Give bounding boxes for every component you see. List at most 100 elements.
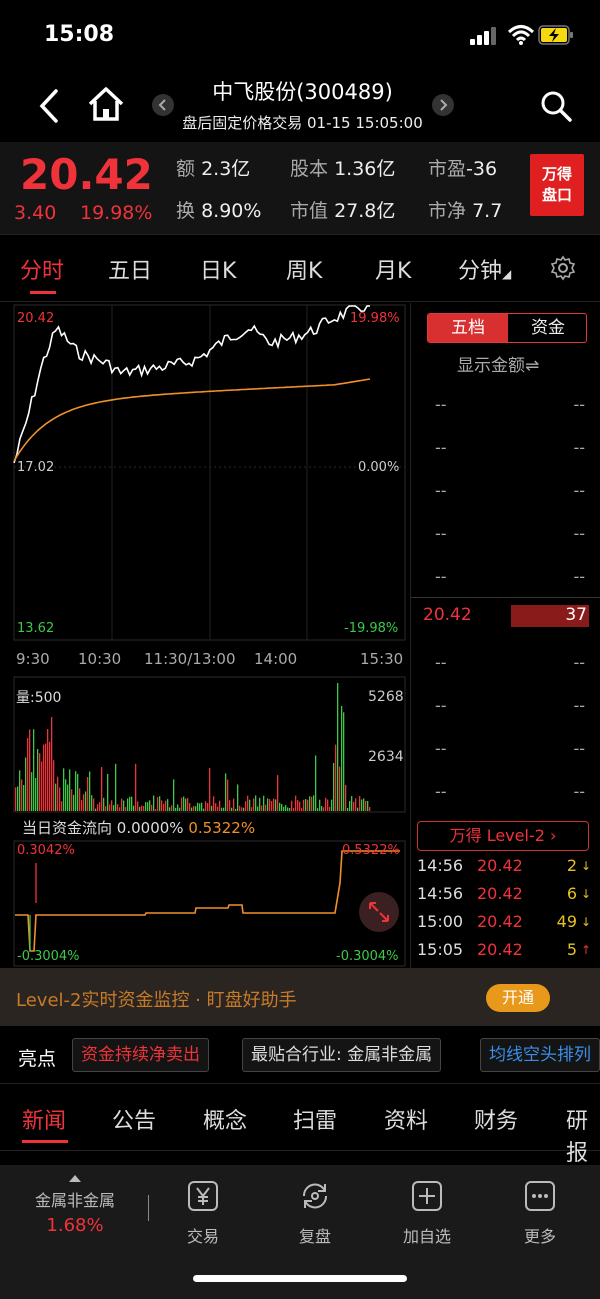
volume-bar [289,808,291,811]
back-arrow-icon[interactable] [34,88,64,124]
highlight-chip[interactable]: 资金持续净卖出 [72,1038,209,1072]
volume-bar [239,805,241,811]
yen-icon [188,1181,218,1211]
volume-bar [51,717,53,811]
tab-fund[interactable]: 资金 [508,314,586,342]
review-button[interactable]: 复盘 [280,1179,350,1247]
tab-financials[interactable]: 财务 [474,1103,518,1135]
tab-day-k[interactable]: 日K [200,253,236,285]
volume-bar [267,798,269,811]
tab-research[interactable]: 研报 [566,1103,600,1167]
time-label: 15:30 [360,650,404,668]
level2-button[interactable]: 万得 Level-2 › [417,821,589,851]
add-watchlist-button[interactable]: 加自选 [392,1179,462,1247]
bid-row: -- -- [435,739,585,758]
volume-bar [27,738,29,811]
tab-minute[interactable]: 分钟◢ [458,253,511,285]
tab-five-levels[interactable]: 五档 [428,314,508,342]
tab-month-k[interactable]: 月K [375,253,411,285]
volume-bar [281,804,283,811]
status-time: 15:08 [44,22,115,47]
volume-bar [231,807,233,811]
volume-bar [95,808,97,811]
volume-bar [175,807,177,811]
next-stock-icon[interactable] [432,94,454,116]
volume-bar [57,776,59,811]
volume-bar [283,806,285,811]
volume-bar [107,773,109,811]
volume-label: 量:500 [16,690,62,706]
level2-promo-banner[interactable]: Level-2实时资金监控 · 盯盘好助手 开通 [0,968,600,1026]
trade-button[interactable]: 交易 [168,1179,238,1247]
volume-bar [61,801,63,811]
volume-bar [41,761,43,811]
activate-button[interactable]: 开通 [486,984,550,1012]
volume-bar [261,805,263,811]
search-icon[interactable] [538,88,574,124]
highlights-title: 亮点 [18,1048,57,1070]
tab-intraday[interactable]: 分时 [20,253,64,285]
volume-bar [101,767,103,811]
wind-orderbook-button[interactable]: 万得 盘口 [530,154,584,216]
sector-name[interactable]: 金属非金属 [20,1187,130,1211]
volume-bar [237,784,239,811]
bid-row: -- -- [435,696,585,715]
expand-icon[interactable] [358,891,400,933]
volume-bar [313,795,315,811]
volume-bar [17,786,19,811]
quote-panel: 20.42 3.40 19.98% 额 2.3亿 股本 1.36亿 市盈-36 … [0,142,600,234]
more-button[interactable]: 更多 [505,1179,575,1247]
volume-bar [25,757,27,811]
volume-bar [33,729,35,811]
volume-bar [85,791,87,811]
volume-bar [209,767,211,811]
volume-bar [125,807,127,811]
volume-bar [369,807,371,811]
ask-row: -- -- [435,438,585,457]
volume-bar [89,771,91,811]
volume-bar [183,796,185,811]
volume-bar [43,744,45,811]
tab-announcements[interactable]: 公告 [112,1103,156,1135]
volume-bar [255,795,257,811]
volume-bar [355,798,357,811]
volume-bar [55,783,57,811]
volume-bar [293,807,295,811]
volume-bar [45,743,47,811]
pct-axis-mid: 0.00% [358,460,400,475]
price-line [13,305,370,464]
pct-axis-bottom: -19.98% [344,621,399,636]
tab-week-k[interactable]: 周K [286,253,322,285]
volume-bar [291,800,293,811]
show-amount-toggle[interactable]: 显示金额⇌ [457,351,539,376]
home-icon[interactable] [86,84,126,124]
volume-bar [203,808,205,811]
volume-mid: 2634 [368,749,404,765]
volume-bar [349,800,351,811]
volume-bar [65,779,67,811]
volume-bar [123,800,125,811]
home-indicator [193,1275,407,1282]
tab-profile[interactable]: 资料 [384,1103,428,1135]
volume-bar [159,796,161,811]
price-change-pct: 19.98% [80,202,153,224]
volume-bar [165,800,167,811]
tab-risk-scan[interactable]: 扫雷 [293,1103,337,1135]
tab-five-day[interactable]: 五日 [108,253,152,285]
flow-axis-top-right: 0.5322% [342,843,400,858]
tab-concepts[interactable]: 概念 [203,1103,247,1135]
volume-bar [83,794,85,811]
ask-row: -- -- [435,395,585,414]
gear-icon[interactable] [550,255,576,281]
tab-news[interactable]: 新闻 [22,1103,66,1135]
volume-bar [29,729,31,811]
highlight-chip[interactable]: 均线空头排列 [480,1038,600,1072]
volume-bar [307,799,309,811]
volume-bar [221,807,223,811]
price-change: 3.40 [14,202,57,224]
trading-session: 盘后固定价格交易 01-15 15:05:00 [182,114,423,132]
volume-bar [127,798,129,811]
volume-bar [93,798,95,811]
volume-bar [147,802,149,811]
highlight-chip[interactable]: 最贴合行业: 金属非金属 [242,1038,442,1072]
